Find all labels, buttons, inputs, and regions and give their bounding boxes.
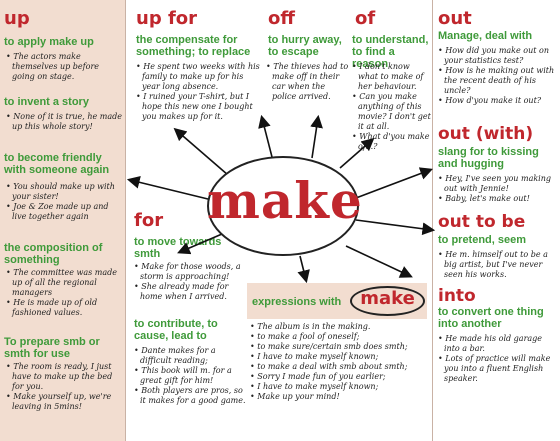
- arrow-for: [177, 233, 223, 255]
- arrow-of: [339, 137, 375, 169]
- arrow-off-right: [310, 114, 323, 159]
- arrow-into: [345, 245, 413, 278]
- center-word: make: [207, 171, 363, 230]
- arrow-up: [126, 176, 213, 201]
- arrow-out: [355, 167, 433, 199]
- arrow-out-to-be: [355, 219, 436, 236]
- arrow-expressions: [297, 255, 310, 284]
- arrow-up-for: [173, 127, 229, 176]
- arrow-off: [258, 114, 273, 158]
